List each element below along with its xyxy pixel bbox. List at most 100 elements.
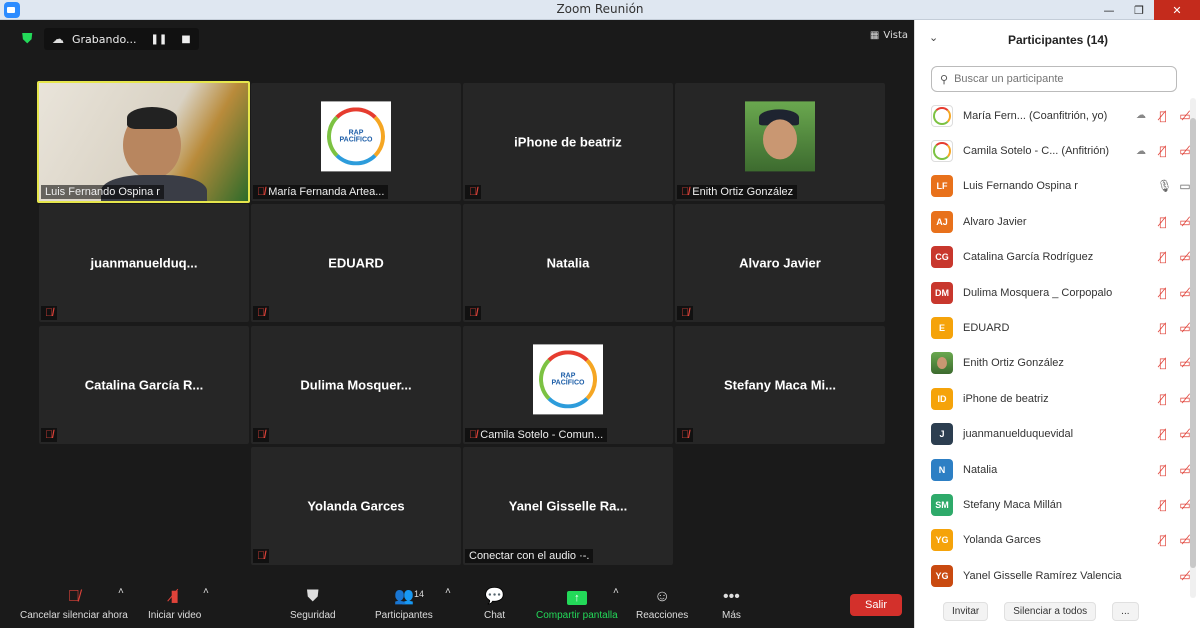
video-tile[interactable]: RAP PACÍFICO 🎙̸ Camila Sotelo - Comun... bbox=[463, 326, 673, 444]
muted-mic-icon[interactable]: 🎙̸ bbox=[1157, 427, 1169, 441]
participant-name: Natalia bbox=[963, 463, 998, 476]
video-tile[interactable]: Luis Fernando Ospina r bbox=[37, 81, 250, 203]
video-tile[interactable]: Yanel Gisselle Ra... Conectar con el aud… bbox=[463, 447, 673, 565]
more-button[interactable]: ••• Más bbox=[722, 586, 741, 621]
tile-label: 🎙̸ bbox=[41, 306, 58, 320]
participant-row[interactable]: Enith Ortiz González 🎙̸ ▭̸ bbox=[915, 346, 1191, 381]
tile-name: juanmanuelduq... bbox=[90, 255, 198, 271]
start-video-button[interactable]: ▮̸ Iniciar video bbox=[148, 586, 201, 621]
participant-status-icons: 🎙̸ ▭̸ bbox=[1157, 215, 1191, 229]
video-tile[interactable]: EDUARD 🎙̸ bbox=[251, 204, 461, 322]
muted-mic-icon: 🎙̸ bbox=[469, 307, 478, 319]
muted-mic-icon[interactable]: 🎙̸ bbox=[1157, 144, 1169, 158]
tile-label: 🎙̸ María Fernanda Artea... bbox=[253, 185, 389, 199]
tile-label: 🎙̸ bbox=[41, 428, 58, 442]
search-input[interactable] bbox=[954, 73, 1155, 85]
video-tile[interactable]: Natalia 🎙̸ bbox=[463, 204, 673, 322]
participant-row[interactable]: N Natalia 🎙̸ ▭̸ bbox=[915, 452, 1191, 487]
video-tile[interactable]: 🎙̸ Enith Ortiz González bbox=[675, 83, 885, 201]
avatar: E bbox=[931, 317, 953, 340]
reactions-button[interactable]: ☺ Reacciones bbox=[636, 586, 688, 621]
mute-all-button[interactable]: Silenciar a todos bbox=[1004, 601, 1097, 621]
minimize-button[interactable]: — bbox=[1094, 0, 1124, 20]
rap-pacifico-logo: RAP PACÍFICO bbox=[533, 344, 603, 415]
chat-button[interactable]: 💬 Chat bbox=[484, 586, 505, 621]
avatar bbox=[931, 140, 953, 163]
tile-name: EDUARD bbox=[328, 255, 384, 271]
participant-row[interactable]: AJ Alvaro Javier 🎙̸ ▭̸ bbox=[915, 204, 1191, 239]
maximize-button[interactable]: ❐ bbox=[1124, 0, 1154, 20]
muted-mic-icon: 🎙̸ bbox=[469, 429, 478, 441]
audio-options-chevron-icon[interactable]: ˄ bbox=[118, 586, 124, 597]
participant-video bbox=[39, 83, 248, 201]
muted-mic-icon[interactable]: 🎙̸ bbox=[1157, 463, 1169, 477]
muted-mic-icon[interactable]: 🎙̸ bbox=[1157, 392, 1169, 406]
muted-mic-icon[interactable]: 🎙̸ bbox=[1157, 321, 1169, 335]
participant-row[interactable]: Jjuanmanuelduquevidal 🎙̸ ▭̸ bbox=[915, 417, 1191, 452]
muted-mic-icon[interactable]: 🎙̸ bbox=[1157, 356, 1169, 370]
avatar: SM bbox=[931, 493, 953, 516]
participants-button[interactable]: 👥 14 Participantes bbox=[375, 586, 433, 621]
video-tile[interactable]: Catalina García R... 🎙̸ bbox=[39, 326, 249, 444]
window-titlebar: Zoom Reunión — ❐ ✕ bbox=[0, 0, 1200, 20]
participants-count: 14 bbox=[413, 589, 424, 599]
video-tile[interactable]: RAP PACÍFICO 🎙̸ María Fernanda Artea... bbox=[251, 83, 461, 201]
video-options-chevron-icon[interactable]: ˄ bbox=[203, 586, 209, 597]
avatar: J bbox=[931, 423, 953, 446]
muted-mic-icon[interactable]: 🎙̸ bbox=[1157, 498, 1169, 512]
avatar: AJ bbox=[931, 210, 953, 233]
muted-mic-icon[interactable]: 🎙̸ bbox=[1157, 109, 1169, 123]
muted-mic-icon: 🎙̸ bbox=[45, 429, 54, 441]
share-options-chevron-icon[interactable]: ˄ bbox=[613, 586, 619, 597]
muted-mic-icon: 🎙̸ bbox=[681, 186, 690, 198]
stop-recording-icon[interactable]: ■ bbox=[181, 34, 190, 45]
search-icon: ⚲ bbox=[940, 72, 949, 86]
encryption-shield-icon[interactable]: ⛊ bbox=[22, 31, 36, 47]
video-tile[interactable]: Yolanda Garces 🎙̸ bbox=[251, 447, 461, 565]
security-button[interactable]: ⛊ Seguridad bbox=[290, 586, 336, 621]
meeting-toolbar: 🎙̸ Cancelar silenciar ahora ˄ ▮̸ Iniciar… bbox=[10, 580, 914, 628]
muted-mic-icon: 🎙̸ bbox=[257, 550, 266, 562]
close-button[interactable]: ✕ bbox=[1154, 0, 1200, 20]
participant-search[interactable]: ⚲ bbox=[931, 66, 1177, 92]
video-tile[interactable]: iPhone de beatriz 🎙̸ bbox=[463, 83, 673, 201]
view-button[interactable]: ▦ Vista bbox=[870, 30, 908, 41]
participant-row[interactable]: E EDUARD 🎙̸ ▭̸ bbox=[915, 310, 1191, 345]
video-tile[interactable]: Stefany Maca Mi... 🎙̸ bbox=[675, 326, 885, 444]
participant-row[interactable]: DM Dulima Mosquera _ Corpopalo 🎙̸ ▭̸ bbox=[915, 275, 1191, 310]
muted-mic-icon[interactable]: 🎙̸ bbox=[1157, 215, 1169, 229]
window-title: Zoom Reunión bbox=[556, 2, 644, 16]
participant-row[interactable]: YG Yolanda Garces 🎙̸ ▭̸ bbox=[915, 523, 1191, 558]
participant-row[interactable]: YG Yanel Gisselle Ramírez Valencia ▭̸ bbox=[915, 558, 1191, 593]
tile-label: 🎙̸ bbox=[253, 306, 270, 320]
muted-mic-icon[interactable]: 🎙̸ bbox=[1157, 250, 1169, 264]
participant-row[interactable]: CG Catalina García Rodríguez 🎙̸ ▭̸ bbox=[915, 240, 1191, 275]
pause-recording-icon[interactable]: ❚❚ bbox=[151, 34, 168, 45]
participants-icon: 👥 14 bbox=[394, 586, 424, 608]
video-tile[interactable]: Dulima Mosquer... 🎙̸ bbox=[251, 326, 461, 444]
video-tile[interactable]: juanmanuelduq... 🎙̸ bbox=[39, 204, 249, 322]
participant-name: Yanel Gisselle Ramírez Valencia bbox=[963, 569, 1122, 582]
participant-row[interactable]: SM Stefany Maca Millán 🎙̸ ▭̸ bbox=[915, 487, 1191, 522]
muted-mic-icon: 🎙̸ bbox=[469, 186, 478, 198]
tile-label: Luis Fernando Ospina r bbox=[41, 185, 164, 199]
more-options-button[interactable]: ... bbox=[1112, 601, 1139, 621]
share-screen-button[interactable]: ↑ Compartir pantalla bbox=[536, 586, 618, 621]
tile-label: 🎙̸ bbox=[253, 428, 270, 442]
share-screen-icon: ↑ bbox=[566, 586, 587, 608]
avatar: YG bbox=[931, 529, 953, 552]
participant-row[interactable]: ID iPhone de beatriz 🎙̸ ▭̸ bbox=[915, 381, 1191, 416]
video-tile[interactable]: Alvaro Javier 🎙̸ bbox=[675, 204, 885, 322]
leave-meeting-button[interactable]: Salir bbox=[850, 594, 902, 616]
muted-mic-icon[interactable]: 🎙̸ bbox=[1157, 286, 1169, 300]
muted-mic-icon[interactable]: 🎙̸ bbox=[1157, 533, 1169, 547]
participant-name: Camila Sotelo - C... (Anfitrión) bbox=[963, 145, 1110, 158]
participant-row[interactable]: Camila Sotelo - C... (Anfitrión) ☁ 🎙̸ ▭̸ bbox=[915, 133, 1191, 168]
invite-button[interactable]: Invitar bbox=[943, 601, 989, 621]
unmute-button[interactable]: 🎙̸ Cancelar silenciar ahora bbox=[20, 586, 128, 621]
participant-row[interactable]: LF Luis Fernando Ospina r 🎙 ▭ bbox=[915, 169, 1191, 204]
microphone-icon[interactable]: 🎙 bbox=[1157, 179, 1172, 193]
participant-list-scrollbar[interactable] bbox=[1190, 98, 1196, 598]
participants-options-chevron-icon[interactable]: ˄ bbox=[445, 586, 451, 597]
participant-row[interactable]: María Fern... (Coanfitrión, yo) ☁ 🎙̸ ▭̸ bbox=[915, 98, 1191, 133]
